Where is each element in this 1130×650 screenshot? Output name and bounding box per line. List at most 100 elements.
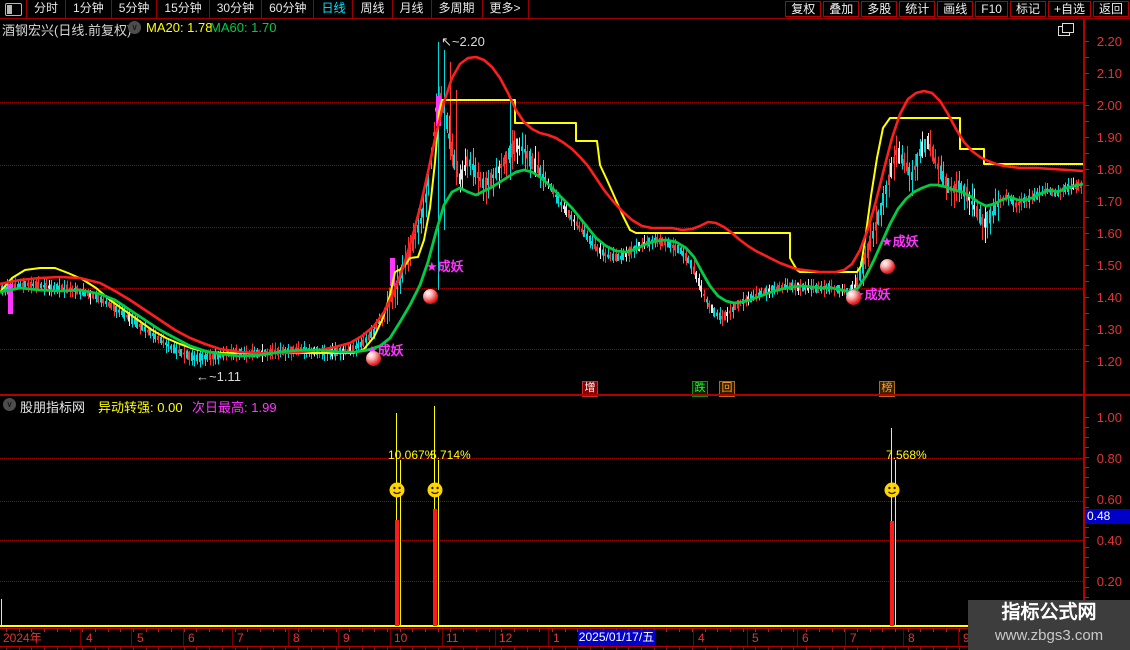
axis-tick: [1085, 547, 1089, 548]
minor-tick: [870, 629, 871, 632]
toolbar-button-2[interactable]: 叠加: [823, 1, 860, 17]
minor-tick: [171, 629, 172, 632]
minor-tick: [336, 629, 337, 632]
period-tab-10[interactable]: 多周期: [432, 0, 483, 18]
month-label[interactable]: 12: [499, 631, 512, 645]
price-axis-label: 1.80: [1096, 162, 1122, 177]
month-boundary: [903, 629, 904, 646]
toolbar-button-9[interactable]: 返回: [1092, 1, 1129, 17]
smiley-signal-icon: [427, 482, 443, 498]
period-tab-3[interactable]: 5分钟: [112, 0, 158, 18]
toolbar-button-5[interactable]: 画线: [937, 1, 974, 17]
main-chart-plot[interactable]: [0, 0, 1130, 650]
price-axis-label: 2.00: [1096, 98, 1122, 113]
axis-tick: [1085, 185, 1089, 186]
period-tab-7[interactable]: 日线: [314, 0, 354, 18]
axis-tick: [1085, 497, 1089, 498]
minor-tick: [108, 629, 109, 632]
minor-tick: [793, 629, 794, 632]
month-boundary: [845, 629, 846, 646]
axis-tick: [1085, 281, 1089, 282]
year-label: 2024年: [3, 631, 42, 645]
minor-tick: [476, 629, 477, 632]
month-label[interactable]: 7: [237, 631, 244, 645]
period-tab-2[interactable]: 1分钟: [66, 0, 112, 18]
period-tab-6[interactable]: 60分钟: [262, 0, 315, 18]
month-boundary: [288, 629, 289, 646]
indicator-field1: 异动转强: 0.00: [98, 400, 183, 415]
toolbar-button-7[interactable]: 标记: [1009, 1, 1046, 17]
toolbar-button-4[interactable]: 统计: [899, 1, 936, 17]
month-label[interactable]: 11: [446, 631, 458, 645]
toolbar-button-8[interactable]: +自选: [1047, 1, 1091, 17]
minor-tick: [146, 629, 147, 632]
month-label[interactable]: 5: [137, 631, 144, 645]
axis-tick: [1085, 265, 1089, 266]
period-tab-9[interactable]: 月线: [393, 0, 432, 18]
month-label[interactable]: 8: [908, 631, 915, 645]
month-label[interactable]: 10: [394, 631, 407, 645]
top-toolbar: 分时 1分钟 5分钟 15分钟 30分钟 60分钟 日线 周线 月线 多周期 更多> 复权 叠加 多股统…: [0, 0, 1130, 19]
month-label[interactable]: 4: [698, 631, 705, 645]
toolbar-button-3[interactable]: 多股: [861, 1, 898, 17]
indicator-field2: 次日最高: 1.99: [192, 400, 277, 415]
price-axis-label: 1.40: [1096, 290, 1122, 305]
axis-tick: [1085, 217, 1089, 218]
period-tab-5[interactable]: 30分钟: [210, 0, 263, 18]
signal-percent-label: 5.714%: [430, 448, 471, 462]
axis-tick: [1085, 329, 1089, 330]
month-label[interactable]: 4: [86, 631, 93, 645]
low-price-annotation: ←~1.11: [196, 369, 241, 384]
month-label[interactable]: 5: [752, 631, 759, 645]
indicator-axis-label: 0.80: [1096, 451, 1122, 466]
minor-tick: [362, 629, 363, 632]
axis-tick: [1085, 89, 1089, 90]
month-label[interactable]: 8: [293, 631, 300, 645]
minor-tick: [920, 629, 921, 632]
signal-red-bar: [890, 521, 894, 626]
annotation-arrow-icon: ←: [196, 369, 209, 384]
pane-switch-icon[interactable]: [1058, 23, 1074, 36]
period-tab-4[interactable]: 15分钟: [157, 0, 210, 18]
axis-tick: [1085, 297, 1089, 298]
toolbar-button-1[interactable]: 复权: [785, 1, 822, 17]
price-axis-label: 1.50: [1096, 258, 1122, 273]
smiley-signal-icon: [389, 482, 405, 498]
signal-percent-label: 7.568%: [886, 448, 927, 462]
period-tab-1[interactable]: 分时: [27, 0, 67, 18]
minor-tick: [463, 629, 464, 632]
period-tab-11[interactable]: 更多>: [483, 0, 529, 18]
month-label[interactable]: 6: [802, 631, 809, 645]
month-boundary: [548, 629, 549, 646]
axis-tick: [1085, 73, 1089, 74]
red-ball-icon: [846, 290, 861, 305]
axis-tick: [1085, 507, 1089, 508]
date-axis-top-border: [0, 628, 1130, 629]
minor-tick: [158, 629, 159, 632]
month-label[interactable]: 7: [850, 631, 857, 645]
minor-tick: [438, 629, 439, 632]
toolbar-actions: 复权 叠加 多股 统计 画线 F10 标记 +自选 返回: [785, 0, 1130, 18]
month-label[interactable]: 9: [343, 631, 350, 645]
minor-tick: [857, 629, 858, 632]
chengyao-marker-label: ★成妖: [881, 234, 919, 249]
indicator-collapse-chevron-icon[interactable]: ∨: [3, 398, 16, 411]
month-label[interactable]: 1: [553, 631, 560, 645]
minor-tick: [184, 629, 185, 632]
axis-tick: [1085, 201, 1089, 202]
axis-tick: [1085, 587, 1089, 588]
indicator-axis-label: 0.40: [1096, 533, 1122, 548]
period-tab-8[interactable]: 周线: [353, 0, 393, 18]
collapse-chevron-icon[interactable]: ∨: [128, 21, 141, 34]
panel-divider[interactable]: [0, 394, 1130, 396]
axis-tick: [1085, 427, 1089, 428]
minor-tick: [844, 629, 845, 632]
minor-tick: [882, 629, 883, 632]
window-layout-button[interactable]: [0, 0, 27, 18]
toolbar-button-6[interactable]: F10: [975, 1, 1008, 17]
minor-tick: [44, 629, 45, 632]
minor-tick: [273, 629, 274, 632]
axis-tick: [1085, 57, 1089, 58]
month-label[interactable]: 6: [188, 631, 195, 645]
axis-tick: [1085, 447, 1089, 448]
